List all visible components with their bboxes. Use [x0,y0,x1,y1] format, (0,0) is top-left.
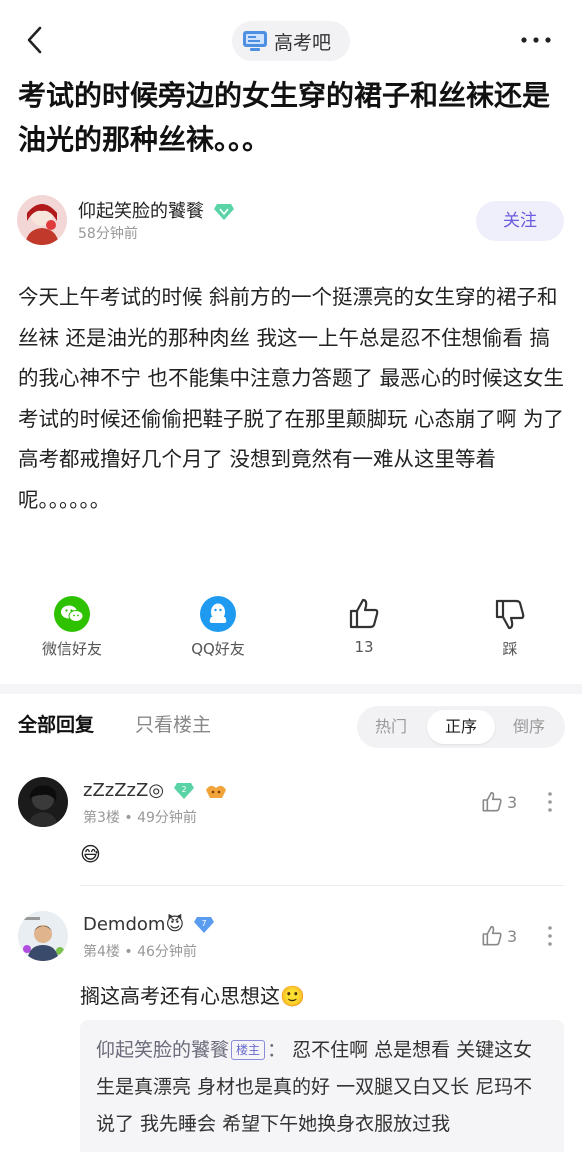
reply-time: 49分钟前 [137,810,197,826]
more-horizontal-icon[interactable] [518,28,554,52]
share-wechat-button[interactable]: 微信好友 [17,594,127,659]
more-vertical-icon[interactable] [546,925,554,947]
wechat-icon [54,596,90,632]
share-qq-button[interactable]: QQ好友 [163,594,273,659]
thumbs-down-icon [495,599,525,630]
reply-time: 46分钟前 [137,944,197,960]
reply-like-button[interactable]: 3 [480,790,517,814]
reply-like-count: 3 [507,926,518,946]
svg-text:2: 2 [181,785,186,794]
author-row: 仰起笑脸的饕餮 58分钟前 关注 [0,192,582,250]
forum-pill[interactable]: 高考吧 [232,21,350,61]
share-actions: 微信好友 QQ好友 13 踩 [0,594,582,664]
reply-like-count: 3 [507,792,518,812]
meta-dot: • [124,944,138,960]
op-tag: 楼主 [231,1040,266,1060]
level-badge-icon: 7 [193,917,214,933]
like-count: 13 [354,638,374,656]
dislike-label: 踩 [502,640,518,658]
reply-meta: 第3楼 • 49分钟前 [83,807,197,827]
sort-ascending[interactable]: 正序 [427,710,495,744]
like-button[interactable]: 13 [309,594,419,656]
share-wechat-label: 微信好友 [41,640,102,658]
post-body: 今天上午考试的时候 斜前方的一个挺漂亮的女生穿的裙子和丝袜 还是油光的那种肉丝 … [18,285,565,512]
quoted-author-name: 仰起笑脸的饕餮 [96,1039,230,1061]
reply-meta: 第4楼 • 46分钟前 [83,941,197,961]
post-time: 58分钟前 [78,226,138,242]
share-qq-label: QQ好友 [191,640,245,658]
author-name[interactable]: 仰起笑脸的饕餮 [78,197,234,223]
forum-name: 高考吧 [274,31,332,54]
dislike-button[interactable]: 踩 [455,594,565,659]
reply-like-button[interactable]: 3 [480,924,517,948]
reply-tabs: 全部回复 只看楼主 热门 正序 倒序 [0,700,582,750]
section-separator [0,684,582,694]
reply-floor: 第3楼 [83,810,120,826]
meta-dot: • [124,810,138,826]
tab-only-op[interactable]: 只看楼主 [135,710,211,737]
forum-logo-icon [243,31,267,51]
tab-all-replies[interactable]: 全部回复 [18,710,94,737]
sort-descending[interactable]: 倒序 [495,710,563,744]
avatar[interactable] [18,777,68,827]
follow-button[interactable]: 关注 [476,201,564,241]
reply-divider [80,885,564,886]
post-title: 考试的时候旁边的女生穿的裙子和丝袜还是油光的那种丝袜。。。 [18,79,551,156]
reply-text: 搁这高考还有心思想这🙂 [80,984,305,1008]
reply-floor: 第4楼 [83,944,120,960]
quote-colon: ： [267,1039,287,1061]
thumbs-up-icon [482,791,502,812]
qq-icon [200,596,236,632]
avatar[interactable] [17,195,67,245]
member-badge-icon [205,785,226,798]
level-badge-icon: 2 [173,783,194,799]
quoted-reply[interactable]: 仰起笑脸的饕餮 楼主： 忍不住啊 总是想看 关键这女生是真漂亮 身材也是真的好 一… [80,1020,564,1152]
chevron-left-icon[interactable] [18,22,54,58]
sort-hot[interactable]: 热门 [357,710,425,744]
more-vertical-icon[interactable] [546,791,554,813]
thumbs-up-icon [349,598,379,629]
svg-text:7: 7 [201,919,206,928]
avatar[interactable] [18,911,68,961]
top-bar: 高考吧 [0,0,582,78]
sort-toggle: 热门 正序 倒序 [357,706,565,748]
level-badge-icon [213,204,234,220]
thumbs-up-icon [482,925,502,946]
reply-text: 😅 [80,842,101,866]
reply-author-name[interactable]: zZzZzZ◎ 2 [83,780,228,801]
reply-author-name[interactable]: Demdom😈 7 [83,914,214,935]
